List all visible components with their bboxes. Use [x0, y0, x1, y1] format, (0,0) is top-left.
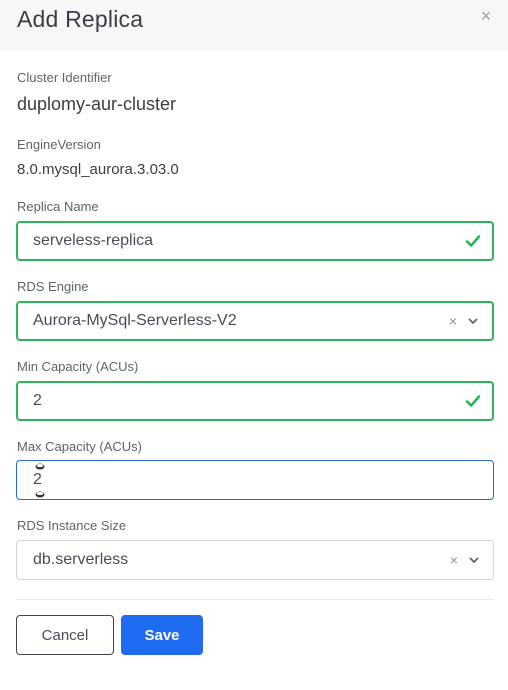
min-capacity-input[interactable]: 2	[16, 381, 494, 421]
rds-engine-label: RDS Engine	[17, 279, 89, 294]
spin-up-icon[interactable]	[34, 462, 46, 470]
chevron-down-icon[interactable]	[467, 315, 479, 327]
rds-engine-select[interactable]: Aurora-MySql-Serverless-V2 ×	[16, 301, 494, 341]
max-capacity-input[interactable]: 2	[16, 460, 494, 500]
min-capacity-label: Min Capacity (ACUs)	[17, 359, 139, 374]
instance-size-select[interactable]: db.serverless ×	[16, 540, 494, 580]
engine-version-label: EngineVersion	[17, 137, 101, 152]
instance-size-selected: db.serverless	[33, 551, 129, 568]
save-button[interactable]: Save	[121, 615, 203, 655]
footer-divider	[16, 599, 494, 600]
cancel-button[interactable]: Cancel	[16, 615, 114, 655]
instance-size-label: RDS Instance Size	[17, 518, 127, 533]
modal-title: Add Replica	[17, 6, 144, 32]
replica-name-label: Replica Name	[17, 199, 99, 214]
chevron-down-icon[interactable]	[468, 554, 480, 566]
min-capacity-value: 2	[33, 392, 42, 409]
cluster-identifier-value: duplomy-aur-cluster	[17, 94, 177, 114]
max-capacity-label: Max Capacity (ACUs)	[17, 439, 142, 454]
engine-version-value: 8.0.mysql_aurora.3.03.0	[17, 161, 179, 178]
clear-icon[interactable]: ×	[450, 553, 458, 567]
modal-header: Add Replica ×	[0, 0, 508, 51]
cluster-identifier-label: Cluster Identifier	[17, 70, 112, 85]
max-capacity-value: 2	[33, 471, 42, 488]
spin-down-icon[interactable]	[34, 490, 46, 498]
replica-name-input[interactable]: serveless-replica	[16, 221, 494, 261]
check-icon	[465, 235, 481, 247]
close-icon[interactable]: ×	[478, 7, 494, 25]
check-icon	[465, 395, 481, 407]
clear-icon[interactable]: ×	[449, 314, 457, 328]
rds-engine-selected: Aurora-MySql-Serverless-V2	[33, 312, 237, 329]
replica-name-value: serveless-replica	[33, 232, 154, 249]
